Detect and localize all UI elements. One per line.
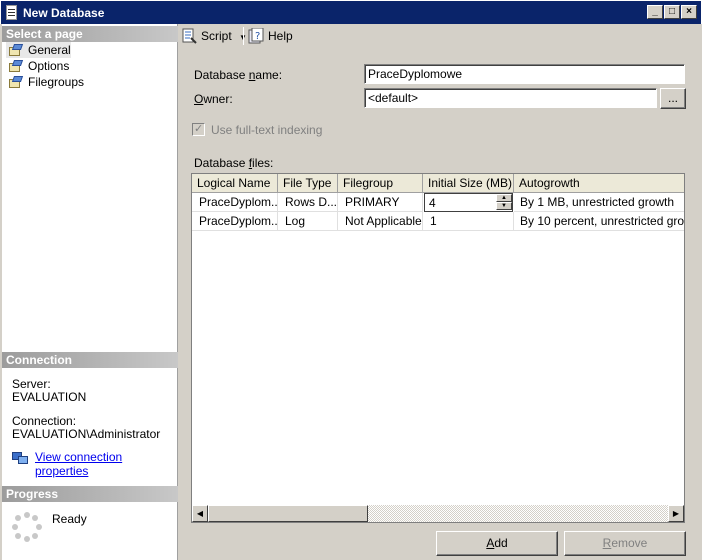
page-item-label: Options xyxy=(28,59,70,73)
table-cell-file-type[interactable]: Log xyxy=(278,212,338,231)
column-header-file-type[interactable]: File Type xyxy=(278,174,338,193)
title-bar: New Database _ □ × xyxy=(0,0,702,24)
connection-properties-icon xyxy=(12,451,29,464)
toolbar-separator xyxy=(243,27,244,45)
help-button[interactable]: ? Help xyxy=(248,28,293,44)
table-cell-logical-name[interactable]: PraceDyplom... xyxy=(192,212,278,231)
initial-size-value[interactable]: 4 xyxy=(429,195,436,211)
script-button[interactable]: Script ▼ xyxy=(181,28,247,46)
scroll-left-icon[interactable]: ◀ xyxy=(192,505,208,522)
column-header-filegroup[interactable]: Filegroup xyxy=(338,174,423,193)
window-title: New Database xyxy=(23,6,105,20)
progress-header: Progress xyxy=(2,486,178,502)
remove-button[interactable]: Remove xyxy=(564,531,686,556)
page-item-label: Filegroups xyxy=(28,75,85,89)
progress-spinner-icon xyxy=(12,512,42,542)
connection-header: Connection xyxy=(2,352,178,368)
page-icon xyxy=(9,76,24,88)
table-cell-autogrowth[interactable]: By 10 percent, unrestricted growth xyxy=(514,212,684,231)
scroll-right-icon[interactable]: ▶ xyxy=(668,505,684,522)
horizontal-scrollbar[interactable]: ◀ ▶ xyxy=(192,505,684,522)
script-label: Script xyxy=(201,29,232,43)
help-label: Help xyxy=(268,29,293,43)
left-panel: Select a page General Options Filegroups… xyxy=(2,24,178,560)
owner-input[interactable]: <default> xyxy=(364,88,657,108)
connection-value: EVALUATION\Administrator xyxy=(12,427,161,441)
server-value: EVALUATION xyxy=(12,390,87,404)
database-name-input[interactable]: PraceDyplomowe xyxy=(364,64,685,84)
database-files-grid[interactable]: Logical Name File Type Filegroup Initial… xyxy=(191,173,685,523)
page-icon xyxy=(9,60,24,72)
add-button[interactable]: Add xyxy=(436,531,558,556)
help-icon: ? xyxy=(248,28,264,44)
table-cell-filegroup[interactable]: PRIMARY xyxy=(338,193,423,212)
script-icon xyxy=(182,28,197,44)
toolbar: Script ▼ ? Help xyxy=(179,24,699,48)
table-cell-filegroup[interactable]: Not Applicable xyxy=(338,212,423,231)
initial-size-stepper[interactable]: 4 ▲ ▼ xyxy=(424,193,513,212)
database-icon xyxy=(6,5,17,20)
progress-status: Ready xyxy=(52,512,87,526)
table-cell-autogrowth[interactable]: By 1 MB, unrestricted growth xyxy=(514,193,684,212)
column-header-autogrowth[interactable]: Autogrowth xyxy=(514,174,684,193)
scrollbar-thumb[interactable] xyxy=(208,505,368,522)
table-cell-file-type[interactable]: Rows D... xyxy=(278,193,338,212)
column-header-logical-name[interactable]: Logical Name xyxy=(192,174,278,193)
maximize-button[interactable]: □ xyxy=(664,5,680,19)
view-connection-properties-link[interactable]: View connection properties xyxy=(35,450,177,478)
owner-label: Owner: xyxy=(194,92,233,106)
page-item-filegroups[interactable]: Filegroups xyxy=(6,74,84,90)
select-page-header: Select a page xyxy=(2,26,178,42)
table-cell-initial-size[interactable]: 1 xyxy=(423,212,514,231)
browse-owner-button[interactable]: ... xyxy=(660,88,686,109)
fulltext-indexing-checkbox[interactable] xyxy=(192,122,205,136)
stepper-up-icon[interactable]: ▲ xyxy=(496,194,512,202)
general-page-panel: Database name: PraceDyplomowe Owner: <de… xyxy=(179,50,699,560)
database-files-label: Database files: xyxy=(194,156,274,170)
stepper-buttons[interactable]: ▲ ▼ xyxy=(496,194,512,211)
database-name-label: Database name: xyxy=(194,68,283,82)
column-header-initial-size[interactable]: Initial Size (MB) xyxy=(423,174,514,193)
svg-text:?: ? xyxy=(255,31,260,42)
close-button[interactable]: × xyxy=(681,5,697,19)
fulltext-indexing-label: Use full-text indexing xyxy=(211,123,323,137)
page-item-options[interactable]: Options xyxy=(6,58,69,74)
stepper-down-icon[interactable]: ▼ xyxy=(496,202,512,210)
page-icon xyxy=(9,44,24,56)
minimize-button[interactable]: _ xyxy=(647,5,663,19)
table-cell-logical-name[interactable]: PraceDyplom... xyxy=(192,193,278,212)
page-item-general[interactable]: General xyxy=(6,42,71,58)
page-item-label: General xyxy=(28,43,71,57)
